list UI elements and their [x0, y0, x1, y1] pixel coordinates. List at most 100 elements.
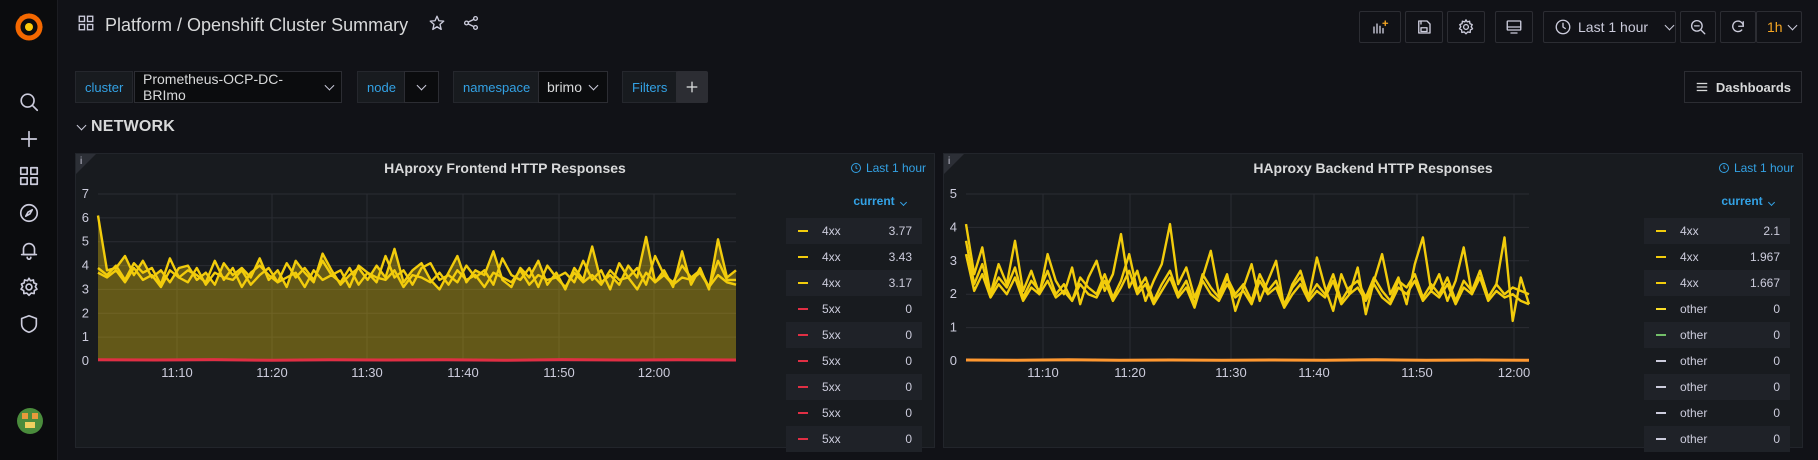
bell-icon[interactable]: [16, 237, 42, 263]
legend-swatch: [798, 230, 808, 232]
panel-title[interactable]: HAproxy Backend HTTP Responses: [944, 160, 1802, 176]
legend-series-name: 5xx: [822, 328, 841, 342]
legend-item[interactable]: 5xx 0: [786, 296, 922, 322]
refresh-button[interactable]: [1720, 11, 1756, 43]
monitor-icon: [1506, 20, 1522, 34]
add-panel-button[interactable]: [1359, 11, 1401, 43]
series-line: [965, 358, 1530, 362]
legend-item[interactable]: 4xx 2.1: [1644, 218, 1790, 244]
variable-value-cluster-text: Prometheus-OCP-DC-BRImo: [143, 71, 284, 103]
dashboards-button-label: Dashboards: [1715, 79, 1791, 95]
plus-icon[interactable]: [16, 126, 42, 152]
legend-item[interactable]: 4xx 3.17: [786, 270, 922, 296]
legend-item[interactable]: other 0: [1644, 374, 1790, 400]
add-filter-button[interactable]: [676, 71, 708, 103]
legend: current 4xx 2.1 4xx 1.967 4xx 1.667 other 0 othe…: [1644, 194, 1790, 452]
filters-label: Filters: [622, 71, 678, 103]
y-tick-label: 5: [82, 234, 89, 249]
panel-frontend-http-responses[interactable]: 11:10 11:20 11:30 11:40 11:50 12:00 0 1 2 3 4 5 6 7 i…: [75, 153, 935, 452]
refresh-interval-picker[interactable]: 1h: [1756, 11, 1802, 43]
y-tick-label: 1: [950, 320, 957, 335]
x-tick-label: 11:40: [447, 365, 479, 380]
legend-series-name: 5xx: [822, 432, 841, 446]
legend-series-name: 5xx: [822, 406, 841, 420]
x-tick-label: 11:40: [1298, 365, 1330, 380]
legend-swatch: [798, 334, 808, 336]
tv-mode-button[interactable]: [1495, 11, 1533, 43]
x-tick-label: 11:30: [1215, 365, 1247, 380]
legend-item[interactable]: other 0: [1644, 296, 1790, 322]
dashboards-button[interactable]: Dashboards: [1683, 71, 1802, 103]
series-area-fill: [98, 215, 736, 361]
legend-swatch: [1656, 334, 1666, 336]
legend-swatch: [1656, 308, 1666, 310]
page-title[interactable]: Platform / Openshift Cluster Summary: [105, 15, 408, 36]
variable-select-node[interactable]: [404, 71, 439, 103]
gear-icon[interactable]: [16, 274, 42, 300]
legend-current-value: 1.667: [1749, 276, 1780, 290]
legend-series-name: 4xx: [1680, 250, 1699, 264]
legend-item[interactable]: other 0: [1644, 426, 1790, 452]
legend-item[interactable]: other 0: [1644, 348, 1790, 374]
legend-item[interactable]: other 0: [1644, 322, 1790, 348]
legend-item[interactable]: 4xx 1.967: [1644, 244, 1790, 270]
menu-icon: [1696, 82, 1708, 92]
legend-item[interactable]: 4xx 3.43: [786, 244, 922, 270]
legend-item[interactable]: 5xx 0: [786, 426, 922, 452]
grafana-logo-icon[interactable]: [12, 10, 46, 44]
legend-item[interactable]: 5xx 0: [786, 322, 922, 348]
legend-swatch: [1656, 256, 1666, 258]
save-icon: [1418, 20, 1431, 34]
legend-item[interactable]: 5xx 0: [786, 400, 922, 426]
avatar[interactable]: [17, 408, 43, 434]
legend-series-name: other: [1680, 432, 1708, 446]
legend-swatch: [1656, 386, 1666, 388]
share-icon[interactable]: [462, 14, 480, 37]
legend-swatch: [1656, 230, 1666, 232]
zoom-out-button[interactable]: [1680, 11, 1716, 43]
legend-current-value: 0: [1773, 406, 1780, 420]
legend-header-current[interactable]: current: [1644, 194, 1790, 218]
time-picker-button[interactable]: Last 1 hour: [1543, 11, 1676, 43]
legend-swatch: [798, 282, 808, 284]
legend-item[interactable]: 4xx 1.667: [1644, 270, 1790, 296]
legend-series-name: other: [1680, 406, 1708, 420]
variable-select-cluster[interactable]: Prometheus-OCP-DC-BRImo: [134, 71, 342, 103]
legend-item[interactable]: other 0: [1644, 400, 1790, 426]
chevron-down-icon: [324, 80, 335, 90]
star-icon[interactable]: [428, 14, 446, 37]
legend-series-name: 5xx: [822, 354, 841, 368]
legend-series-name: 4xx: [1680, 276, 1699, 290]
y-tick-label: 7: [82, 186, 89, 201]
legend-current-value: 0: [905, 380, 912, 394]
panel-backend-http-responses[interactable]: 11:10 11:20 11:30 11:40 11:50 12:00 0 1 2 3 4 5 i H…: [943, 153, 1803, 452]
legend-series-name: 5xx: [822, 302, 841, 316]
search-icon[interactable]: [16, 89, 42, 115]
clock-icon: [1718, 163, 1729, 173]
legend-swatch: [1656, 412, 1666, 414]
shield-icon[interactable]: [16, 311, 42, 337]
legend-item[interactable]: 4xx 3.77: [786, 218, 922, 244]
legend-swatch: [798, 308, 808, 310]
panel-title[interactable]: HAproxy Frontend HTTP Responses: [76, 160, 934, 176]
dashboards-grid-icon[interactable]: [16, 163, 42, 189]
variable-label-node: node: [357, 71, 406, 103]
panel-time-label: Last 1 hour: [1733, 161, 1794, 175]
legend-item[interactable]: 5xx 0: [786, 348, 922, 374]
save-dashboard-button[interactable]: [1405, 11, 1443, 43]
legend-current-value: 0: [905, 328, 912, 342]
legend-header-current[interactable]: current: [786, 194, 922, 218]
legend-current-value: 0: [1773, 432, 1780, 446]
variable-select-namespace[interactable]: brimo: [538, 71, 608, 103]
panel-time-label: Last 1 hour: [865, 161, 926, 175]
legend-series-name: 4xx: [822, 276, 841, 290]
row-header-network[interactable]: NETWORK: [76, 118, 175, 136]
x-tick-label: 11:20: [1114, 365, 1146, 380]
chevron-down-icon: [588, 80, 599, 90]
chevron-down-icon: [1787, 20, 1798, 30]
compass-icon[interactable]: [16, 200, 42, 226]
dashboard-settings-button[interactable]: [1447, 11, 1485, 43]
legend-swatch: [798, 438, 808, 440]
zoom-out-icon: [1690, 19, 1706, 35]
legend-item[interactable]: 5xx 0: [786, 374, 922, 400]
